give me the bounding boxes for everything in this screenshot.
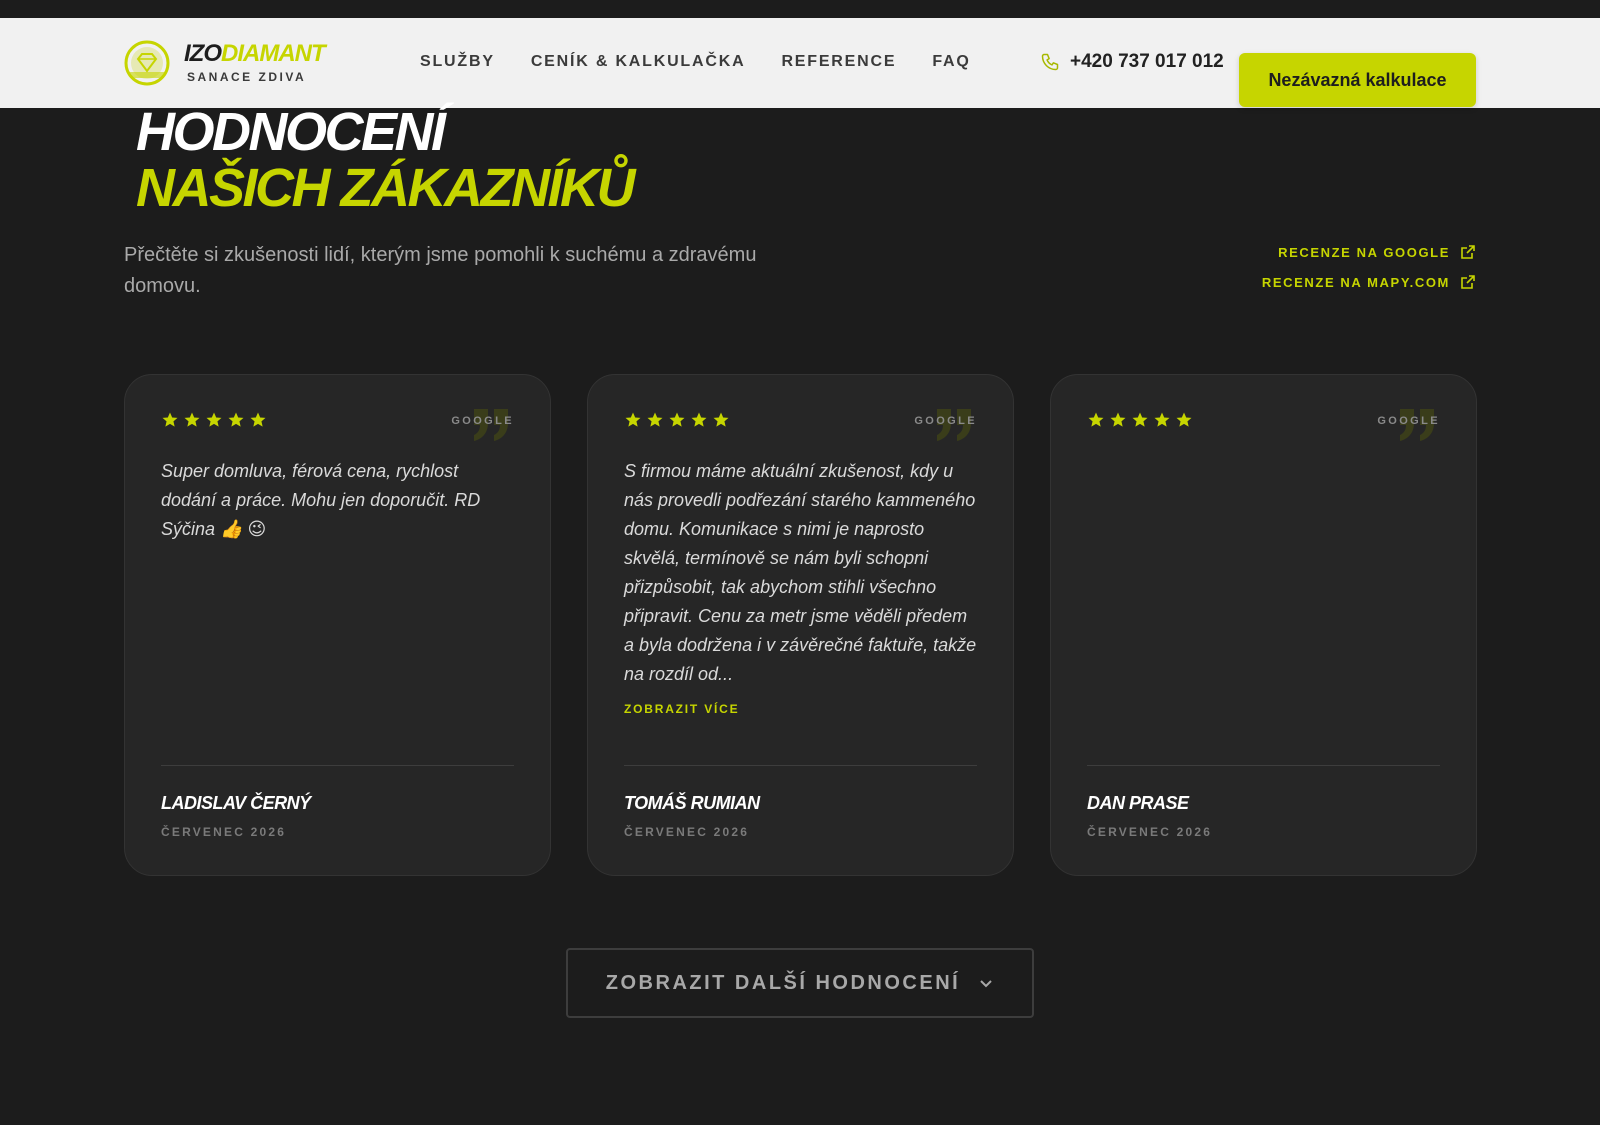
google-reviews-link[interactable]: RECENZE NA GOOGLE bbox=[1262, 244, 1476, 260]
star-icon bbox=[712, 411, 730, 429]
card-divider bbox=[1087, 765, 1440, 766]
logo-name-izo: IZO bbox=[184, 40, 222, 67]
phone-number: +420 737 017 012 bbox=[1070, 51, 1224, 72]
google-reviews-label: RECENZE NA GOOGLE bbox=[1278, 244, 1450, 260]
card-divider bbox=[161, 765, 514, 766]
review-date: ČERVENEC 2026 bbox=[624, 825, 750, 839]
logo-name: IZODIAMANT bbox=[184, 40, 326, 67]
star-icon bbox=[1109, 411, 1127, 429]
title-line-1: HODNOCENÍ bbox=[136, 102, 446, 162]
star-icon bbox=[1175, 411, 1193, 429]
mapy-reviews-link[interactable]: RECENZE NA MAPY.COM bbox=[1262, 274, 1476, 290]
review-date: ČERVENEC 2026 bbox=[161, 825, 287, 839]
review-card: GOOGLE S firmou máme aktuální zkušenost,… bbox=[587, 374, 1014, 876]
star-icon bbox=[1131, 411, 1149, 429]
star-icon bbox=[183, 411, 201, 429]
star-icon bbox=[1087, 411, 1105, 429]
star-rating bbox=[161, 411, 267, 429]
external-link-icon bbox=[1461, 275, 1475, 289]
review-source: GOOGLE bbox=[451, 415, 514, 427]
site-header: IZODIAMANT SANACE ZDIVA SLUŽBY CENÍK & K… bbox=[0, 18, 1600, 108]
reviews-grid: GOOGLE Super domluva, férová cena, rychl… bbox=[124, 374, 1477, 876]
nav-item-cenik[interactable]: CENÍK & KALKULAČKA bbox=[531, 53, 746, 71]
intro-text: Přečtěte si zkušenosti lidí, kterým jsme… bbox=[124, 244, 757, 297]
logo-name-diamant: DIAMANT bbox=[221, 40, 326, 67]
star-rating bbox=[624, 411, 730, 429]
phone-link[interactable]: +420 737 017 012 bbox=[1040, 51, 1224, 73]
star-icon bbox=[205, 411, 223, 429]
star-icon bbox=[227, 411, 245, 429]
star-icon bbox=[668, 411, 686, 429]
quote-button[interactable]: Nezávazná kalkulace bbox=[1239, 53, 1476, 107]
nav-item-faq[interactable]: FAQ bbox=[932, 53, 970, 71]
load-more-label: ZOBRAZIT DALŠÍ HODNOCENÍ bbox=[605, 971, 961, 994]
nav-item-sluzby[interactable]: SLUŽBY bbox=[420, 53, 495, 71]
show-more-button[interactable]: ZOBRAZIT VÍCE bbox=[624, 702, 739, 716]
logo-text: IZODIAMANT SANACE ZDIVA bbox=[184, 40, 326, 85]
page-title: HODNOCENÍ NAŠICH ZÁKAZNÍKŮ bbox=[136, 102, 635, 218]
review-author: LADISLAV ČERNÝ bbox=[161, 793, 311, 813]
review-text: Super domluva, férová cena, rychlost dod… bbox=[161, 461, 481, 539]
star-icon bbox=[1153, 411, 1171, 429]
external-link-icon bbox=[1461, 245, 1475, 259]
nav-item-reference[interactable]: REFERENCE bbox=[781, 53, 896, 71]
review-card: GOOGLE Super domluva, férová cena, rychl… bbox=[124, 374, 551, 876]
top-strip bbox=[0, 0, 1600, 18]
phone-icon bbox=[1041, 53, 1059, 71]
logo-subtitle: SANACE ZDIVA bbox=[187, 70, 307, 84]
review-author: DAN PRASE bbox=[1087, 793, 1189, 813]
star-icon bbox=[646, 411, 664, 429]
star-icon bbox=[624, 411, 642, 429]
title-line-2: NAŠICH ZÁKAZNÍKŮ bbox=[136, 158, 635, 218]
review-source: GOOGLE bbox=[1377, 415, 1440, 427]
review-source: GOOGLE bbox=[914, 415, 977, 427]
review-date: ČERVENEC 2026 bbox=[1087, 825, 1213, 839]
logo[interactable]: IZODIAMANT SANACE ZDIVA bbox=[124, 40, 326, 86]
star-icon bbox=[690, 411, 708, 429]
load-more-reviews-button[interactable]: ZOBRAZIT DALŠÍ HODNOCENÍ bbox=[566, 948, 1034, 1018]
star-icon bbox=[161, 411, 179, 429]
review-card: GOOGLE DAN PRASE ČERVENEC 2026 bbox=[1050, 374, 1477, 876]
star-rating bbox=[1087, 411, 1193, 429]
card-divider bbox=[624, 765, 977, 766]
chevron-down-icon bbox=[980, 980, 992, 988]
main-nav: SLUŽBY CENÍK & KALKULAČKA REFERENCE FAQ bbox=[420, 53, 971, 71]
review-links: RECENZE NA GOOGLE RECENZE NA MAPY.COM bbox=[1262, 244, 1476, 304]
diamond-logo-icon bbox=[124, 40, 170, 86]
mapy-reviews-label: RECENZE NA MAPY.COM bbox=[1261, 274, 1450, 290]
review-author: TOMÁŠ RUMIAN bbox=[624, 793, 760, 813]
star-icon bbox=[249, 411, 267, 429]
review-text: S firmou máme aktuální zkušenost, kdy u … bbox=[624, 461, 977, 684]
